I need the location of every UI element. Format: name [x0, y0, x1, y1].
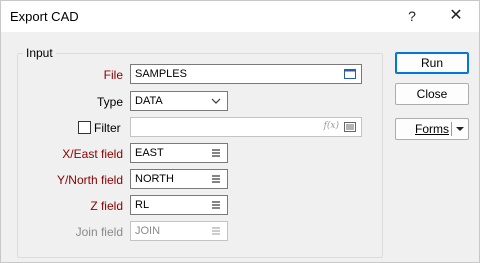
- list-icon[interactable]: [209, 146, 223, 160]
- dialog-title: Export CAD: [10, 9, 79, 24]
- type-select[interactable]: DATA: [130, 91, 228, 111]
- y-north-field-label: Y/North field: [56, 173, 123, 187]
- forms-label: Forms: [415, 122, 449, 136]
- y-north-field[interactable]: NORTH: [130, 169, 228, 189]
- title-bar: Export CAD ? ✕: [1, 1, 479, 32]
- z-field[interactable]: RL: [130, 195, 228, 215]
- export-cad-dialog: Export CAD ? ✕ Input File SAMPLES Type D…: [0, 0, 480, 263]
- run-button[interactable]: Run: [395, 52, 469, 74]
- z-field-label: Z field: [90, 199, 123, 213]
- forms-button[interactable]: Forms: [395, 118, 469, 140]
- join-field-label: Join field: [75, 225, 123, 239]
- list-icon[interactable]: [209, 198, 223, 212]
- file-value: SAMPLES: [135, 68, 187, 80]
- input-group-legend: Input: [23, 46, 56, 60]
- split-divider: [451, 122, 452, 136]
- x-east-field[interactable]: EAST: [130, 143, 228, 163]
- join-value: JOIN: [135, 225, 161, 237]
- list-icon: [212, 227, 220, 235]
- filter-list-icon[interactable]: [343, 120, 357, 134]
- filter-field[interactable]: f(x): [130, 117, 362, 137]
- chevron-down-icon: [211, 98, 221, 104]
- dropdown-arrow-icon[interactable]: [455, 124, 465, 134]
- function-icon[interactable]: f(x): [324, 121, 339, 131]
- type-value: DATA: [135, 95, 163, 107]
- x-east-value: EAST: [135, 147, 164, 159]
- filter-checkbox[interactable]: [78, 121, 91, 134]
- close-button[interactable]: Close: [395, 83, 469, 105]
- close-window-button[interactable]: ✕: [441, 5, 471, 27]
- type-label: Type: [96, 95, 123, 109]
- y-north-value: NORTH: [135, 173, 174, 185]
- file-field[interactable]: SAMPLES: [130, 64, 362, 84]
- filter-label: Filter: [94, 121, 121, 135]
- file-label: File: [103, 68, 123, 82]
- join-field: JOIN: [130, 221, 228, 241]
- help-button[interactable]: ?: [397, 5, 427, 27]
- list-icon[interactable]: [209, 172, 223, 186]
- browse-file-icon[interactable]: [343, 67, 357, 81]
- z-value: RL: [135, 199, 150, 211]
- x-east-field-label: X/East field: [62, 147, 123, 161]
